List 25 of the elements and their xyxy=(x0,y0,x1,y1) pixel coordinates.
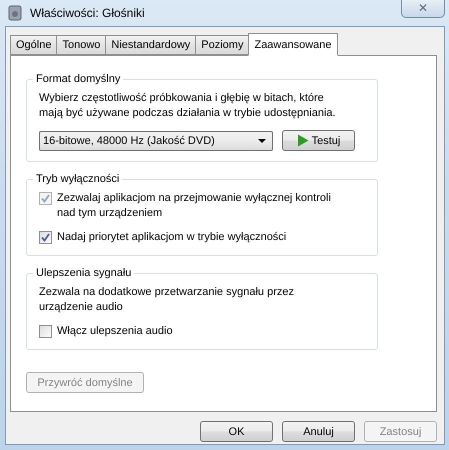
checkbox-label: Nadaj priorytet aplikacjom w trybie wyłączności xyxy=(57,230,288,245)
play-icon xyxy=(296,134,309,147)
group-title: Format domyślny xyxy=(35,73,122,85)
tab[interactable]: Niestandardowy xyxy=(105,35,196,55)
test-button[interactable]: Testuj xyxy=(282,130,355,151)
description-text: Wybierz częstotliwość próbkowania i głębię w bitach, które mają być używane podczas działania w trybie udostępniania. xyxy=(39,91,337,121)
close-button[interactable]: ✕ xyxy=(401,0,445,18)
checkbox[interactable] xyxy=(39,231,52,244)
tab[interactable]: Tonowo xyxy=(56,35,106,55)
window-title: Właściwości: Głośniki xyxy=(30,6,145,20)
checkbox-label: Włącz ulepszenia audio xyxy=(57,324,174,339)
dropdown-arrow-icon xyxy=(258,138,266,142)
tab[interactable]: Zaawansowane xyxy=(248,33,338,56)
dialog-button[interactable]: Anuluj xyxy=(282,421,355,442)
tab[interactable]: Ogólne xyxy=(10,35,58,55)
checkbox-label: Zezwalaj aplikacjom na przejmowanie wyłącznej kontroli nad tym urządzeniem xyxy=(57,191,332,221)
group-title: Tryb wyłączności xyxy=(35,173,120,185)
dialog-button[interactable]: OK xyxy=(200,421,273,442)
group-title: Ulepszenia sygnału xyxy=(35,267,132,279)
description-text: Zezwala na dodatkowe przetwarzanie sygnału przez urządzenie audio xyxy=(39,285,295,315)
checkbox[interactable] xyxy=(39,325,52,338)
tab[interactable]: Poziomy xyxy=(195,35,250,55)
dropdown-value: 16-bitowe, 48000 Hz (Jakość DVD) xyxy=(43,134,215,146)
format-dropdown[interactable]: 16-bitowe, 48000 Hz (Jakość DVD) xyxy=(39,130,273,150)
speaker-icon xyxy=(8,5,22,21)
